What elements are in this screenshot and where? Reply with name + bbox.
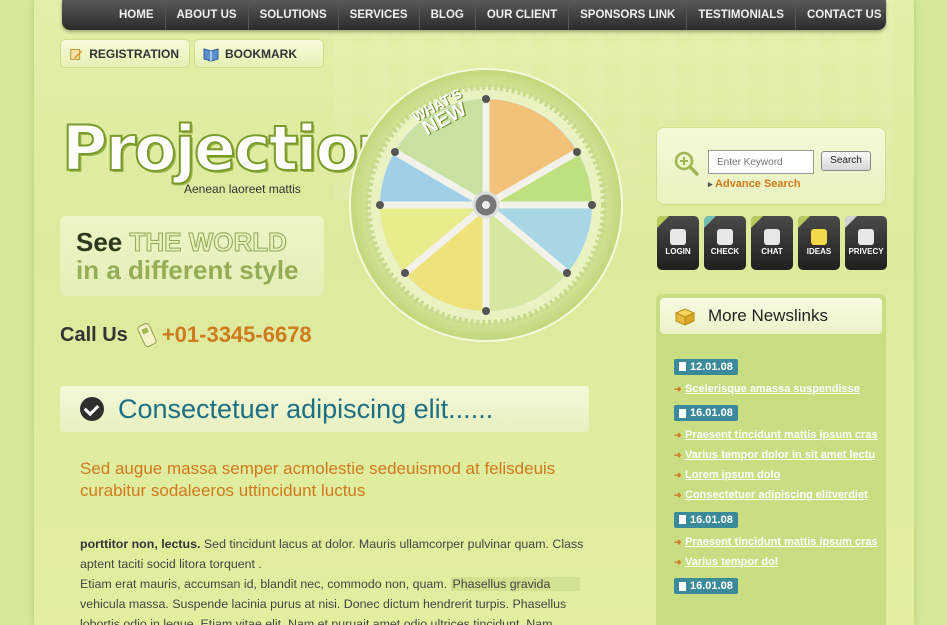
document-icon bbox=[679, 581, 686, 591]
newslinks-title: More Newslinks bbox=[708, 306, 828, 325]
quick-chat-button[interactable]: CHAT bbox=[751, 216, 793, 270]
content-body: porttitor non, lectus. Sed tincidunt lac… bbox=[80, 534, 590, 625]
quick-ideas-button[interactable]: IDEAS bbox=[798, 216, 840, 270]
news-link[interactable]: Scelerisque amassa suspendisse bbox=[674, 379, 884, 399]
nav-blog[interactable]: BLOG bbox=[420, 0, 476, 30]
corner-accent bbox=[657, 216, 669, 228]
corner-accent bbox=[798, 216, 810, 228]
registration-label: REGISTRATION bbox=[89, 46, 179, 61]
quick-check-button[interactable]: CHECK bbox=[704, 216, 746, 270]
box-icon bbox=[674, 308, 696, 326]
tagline: Aenean laoreet mattis bbox=[184, 182, 301, 196]
ideas-icon bbox=[811, 229, 827, 245]
check-circle-icon bbox=[80, 397, 104, 421]
phone-number[interactable]: +01-3345-6678 bbox=[162, 322, 312, 348]
zoom-in-icon bbox=[674, 151, 699, 176]
nav-sponsors-link[interactable]: SPONSORS LINK bbox=[569, 0, 688, 30]
quick-privecy-button[interactable]: PRIVECY bbox=[845, 216, 887, 270]
nav-home[interactable]: HOME bbox=[108, 0, 166, 30]
quick-icon-label: PRIVECY bbox=[848, 247, 884, 256]
nav-our-client[interactable]: OUR CLIENT bbox=[476, 0, 570, 30]
nav-about-us[interactable]: ABOUT US bbox=[166, 0, 249, 30]
corner-accent bbox=[845, 216, 857, 228]
nav-services[interactable]: SERVICES bbox=[339, 0, 420, 30]
quick-login-button[interactable]: LOGIN bbox=[657, 216, 699, 270]
content-heading: Consectetuer adipiscing elit...... bbox=[118, 393, 494, 424]
search-box: Search Advance Search bbox=[656, 127, 886, 205]
login-icon bbox=[670, 229, 686, 245]
page: HOME ABOUT US SOLUTIONS SERVICES BLOG OUR CLI… bbox=[34, 0, 914, 625]
pencil-icon bbox=[70, 48, 83, 60]
advanced-search-link[interactable]: Advance Search bbox=[708, 178, 801, 190]
slogan-banner: See THE WORLD in a different style bbox=[60, 216, 324, 296]
news-link[interactable]: Varius tempor dolor in sit amet lectu bbox=[674, 445, 884, 465]
body-para2a: Etiam erat mauris, accumsan id, blandit … bbox=[80, 577, 448, 591]
news-date-badge: 12.01.08 bbox=[674, 358, 738, 375]
corner-accent bbox=[751, 216, 763, 228]
registration-button[interactable]: REGISTRATION bbox=[60, 39, 190, 68]
newslinks-panel: More Newslinks 12.01.08 Scelerisque amass… bbox=[656, 294, 886, 625]
search-button[interactable]: Search bbox=[821, 151, 871, 171]
newslinks-header: More Newslinks bbox=[660, 298, 882, 334]
quick-icon-label: IDEAS bbox=[806, 247, 832, 256]
news-link[interactable]: Praesent tincidunt mattis ipsum cras bbox=[674, 425, 884, 445]
check-icon bbox=[717, 229, 733, 245]
quick-icon-label: LOGIN bbox=[665, 247, 691, 256]
news-date: 16.01.08 bbox=[690, 580, 733, 592]
bookmark-button[interactable]: BOOKMARK bbox=[194, 39, 324, 68]
search-input[interactable] bbox=[708, 150, 814, 174]
document-icon bbox=[679, 515, 686, 524]
content-subheading: Sed augue massa semper acmolestie sedeui… bbox=[80, 459, 556, 500]
newslinks-list: 12.01.08 Scelerisque amassa suspendisse 16… bbox=[674, 358, 884, 604]
body-bold: porttitor non, lectus. bbox=[80, 537, 201, 551]
quick-icons: LOGIN CHECK CHAT IDEAS PRIVECY bbox=[657, 216, 887, 270]
news-date-badge: 16.01.08 bbox=[674, 511, 738, 528]
top-nav: HOME ABOUT US SOLUTIONS SERVICES BLOG OUR CLI… bbox=[62, 0, 886, 30]
news-link[interactable]: Consectetuer adipiscing elitverdiet bbox=[674, 485, 884, 505]
news-date: 12.01.08 bbox=[690, 360, 733, 373]
news-date: 16.01.08 bbox=[690, 407, 733, 419]
document-icon bbox=[679, 362, 686, 371]
bookmark-label: BOOKMARK bbox=[225, 46, 297, 61]
phone-icon bbox=[137, 322, 157, 348]
book-icon bbox=[203, 47, 219, 62]
news-link[interactable]: Varius tempor dol bbox=[674, 552, 884, 572]
privacy-icon bbox=[858, 229, 874, 245]
content-heading-band: Consectetuer adipiscing elit...... bbox=[60, 386, 589, 432]
nav-testimonials[interactable]: TESTIMONIALS bbox=[687, 0, 796, 30]
body-para2b: vehicula massa. Suspende lacinia purus a… bbox=[80, 597, 567, 625]
slogan-see: See bbox=[76, 227, 123, 257]
quick-icon-label: CHECK bbox=[710, 247, 740, 256]
news-date: 16.01.08 bbox=[690, 513, 733, 526]
nav-solutions[interactable]: SOLUTIONS bbox=[249, 0, 339, 30]
news-date-badge: 16.01.08 bbox=[674, 405, 738, 421]
whats-new-wheel[interactable] bbox=[348, 67, 624, 343]
call-us: Call Us +01-3345-6678 bbox=[60, 320, 312, 350]
news-link[interactable]: Praesent tincidunt mattis ipsum cras bbox=[674, 532, 884, 552]
document-icon bbox=[679, 408, 686, 418]
body-highlight: Phasellus gravida bbox=[450, 577, 581, 591]
quick-icon-label: CHAT bbox=[761, 247, 783, 256]
news-link[interactable]: Lorem ipsum dolo bbox=[674, 465, 884, 485]
slogan-world: THE WORLD bbox=[129, 227, 287, 257]
chat-icon bbox=[764, 229, 780, 245]
corner-accent bbox=[704, 216, 716, 228]
news-date-badge: 16.01.08 bbox=[674, 578, 738, 594]
call-label: Call Us bbox=[60, 323, 128, 346]
nav-contact-us[interactable]: CONTACT US bbox=[796, 0, 893, 30]
slogan-line2: in a different style bbox=[76, 255, 299, 285]
